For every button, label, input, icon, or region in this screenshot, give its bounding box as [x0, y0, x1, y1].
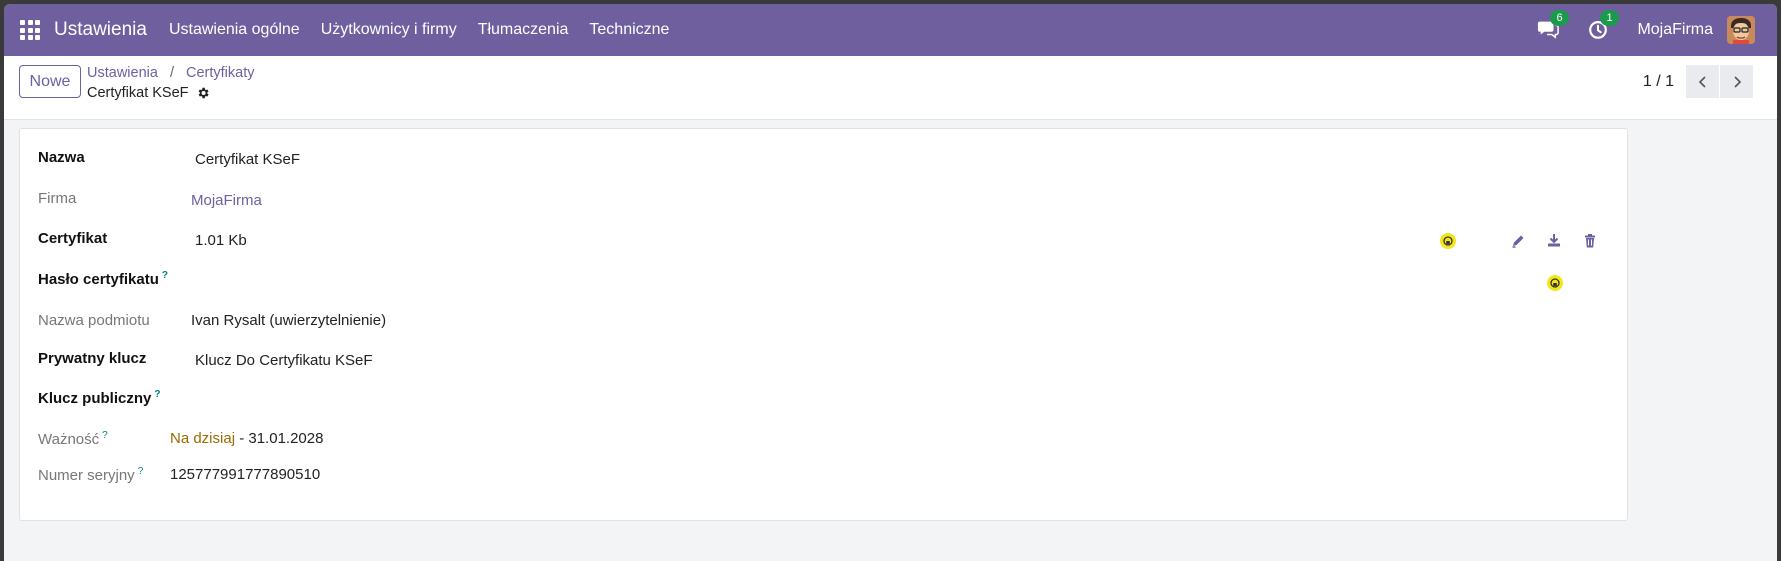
- serial-number-value: 125777991777890510: [170, 466, 321, 483]
- company-label: Firma: [38, 190, 77, 207]
- name-field[interactable]: Certyfikat KSeF: [195, 151, 300, 168]
- app-frame: Ustawienia Ustawienia ogólne Użytkownicy…: [4, 4, 1777, 561]
- new-button[interactable]: Nowe: [19, 65, 81, 98]
- validity-from: Na dzisiaj: [170, 430, 236, 447]
- chevron-left-icon: [1698, 75, 1706, 88]
- validity-value: Na dzisiaj - 31.01.2028: [170, 430, 323, 447]
- systray: 6 1 MojaFirma: [1537, 4, 1777, 56]
- user-avatar[interactable]: [1727, 16, 1755, 44]
- key-badge-icon: [1440, 233, 1456, 249]
- password-label: Hasło certyfikatu?: [38, 270, 168, 288]
- edit-pencil-icon[interactable]: [1510, 233, 1526, 249]
- control-panel: Nowe Ustawienia / Certyfikaty Certyfikat…: [4, 56, 1777, 120]
- breadcrumb-separator: /: [169, 65, 174, 81]
- download-icon[interactable]: [1546, 232, 1562, 248]
- serial-help-tooltip[interactable]: ?: [138, 466, 144, 477]
- form-sheet: Nazwa Certyfikat KSeF Firma MojaFirma Ce…: [19, 128, 1628, 521]
- pager-next-button[interactable]: [1720, 65, 1753, 98]
- validity-to: 31.01.2028: [248, 430, 324, 447]
- public-key-help-tooltip[interactable]: ?: [154, 389, 160, 400]
- name-label: Nazwa: [38, 149, 85, 166]
- validity-help-tooltip[interactable]: ?: [102, 430, 108, 441]
- public-key-label-text: Klucz publiczny: [38, 390, 152, 407]
- record-title-text: Certyfikat KSeF: [87, 85, 189, 101]
- private-key-label: Prywatny klucz: [38, 350, 147, 367]
- pager: 1 / 1: [1643, 65, 1753, 98]
- public-key-label: Klucz publiczny?: [38, 389, 160, 407]
- app-title[interactable]: Ustawienia: [54, 19, 147, 41]
- activities-button[interactable]: 1: [1587, 10, 1619, 42]
- password-help-tooltip[interactable]: ?: [162, 270, 168, 281]
- record-title: Certyfikat KSeF: [87, 85, 210, 101]
- messages-button[interactable]: 6: [1537, 10, 1569, 42]
- activities-count-badge: 1: [1600, 10, 1619, 26]
- company-switcher[interactable]: MojaFirma: [1637, 21, 1713, 39]
- menu-general-settings[interactable]: Ustawienia ogólne: [169, 21, 300, 39]
- menu-users-companies[interactable]: Użytkownicy i firmy: [321, 21, 457, 39]
- trash-icon[interactable]: [1582, 233, 1598, 249]
- chevron-right-icon: [1733, 75, 1741, 88]
- breadcrumb-settings[interactable]: Ustawienia: [87, 65, 158, 81]
- menu-technical[interactable]: Techniczne: [589, 21, 669, 39]
- serial-number-label: Numer seryjny?: [38, 466, 143, 484]
- breadcrumb: Ustawienia / Certyfikaty: [87, 65, 255, 81]
- menu-translations[interactable]: Tłumaczenia: [478, 21, 569, 39]
- private-key-field[interactable]: Klucz Do Certyfikatu KSeF: [195, 352, 373, 369]
- validity-label: Ważność?: [38, 430, 108, 448]
- subject-name-value: Ivan Rysalt (uwierzytelnienie): [191, 312, 387, 329]
- certificate-file-size: 1.01 Kb: [195, 232, 247, 249]
- password-key-badge-icon: [1547, 275, 1563, 291]
- company-link[interactable]: MojaFirma: [191, 192, 262, 209]
- serial-number-label-text: Numer seryjny: [38, 467, 135, 484]
- apps-menu-icon[interactable]: [20, 20, 40, 40]
- validity-label-text: Ważność: [38, 431, 100, 448]
- messages-count-badge: 6: [1550, 10, 1569, 26]
- gear-icon[interactable]: [196, 86, 210, 100]
- validity-separator: -: [235, 430, 249, 447]
- pager-previous-button[interactable]: [1686, 65, 1719, 98]
- subject-name-label: Nazwa podmiotu: [38, 312, 150, 329]
- avatar-face-icon: [1727, 16, 1755, 44]
- breadcrumb-certificates[interactable]: Certyfikaty: [186, 65, 255, 81]
- top-navbar: Ustawienia Ustawienia ogólne Użytkownicy…: [4, 4, 1777, 56]
- pager-value[interactable]: 1 / 1: [1643, 73, 1674, 91]
- certificate-label: Certyfikat: [38, 230, 108, 247]
- password-label-text: Hasło certyfikatu: [38, 271, 159, 288]
